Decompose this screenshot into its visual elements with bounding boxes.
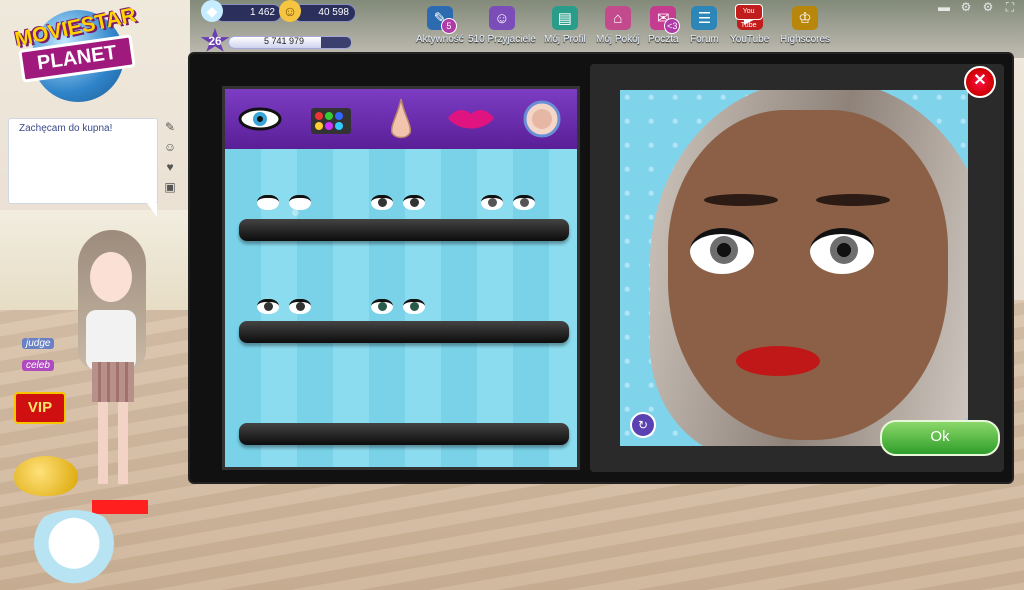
eye-option[interactable] (257, 195, 311, 210)
nav-item-mail[interactable]: ✉ <3 Poczta (648, 6, 681, 45)
shelf (239, 219, 569, 241)
eyeshadow-tab[interactable] (306, 94, 356, 144)
avatar-face (90, 252, 132, 302)
gear-icon[interactable]: ⚙ (980, 0, 996, 16)
feature-grid (225, 149, 577, 467)
mail-icon: ✉ <3 (650, 6, 681, 34)
settings-icon[interactable]: ⚙ (958, 0, 974, 16)
vip-badge[interactable]: VIP (14, 392, 66, 424)
starcoin-icon: ☺ (279, 0, 301, 22)
room-icon: ⌂ (604, 6, 631, 30)
skin-tab[interactable] (517, 94, 567, 144)
pet-bunny[interactable] (22, 510, 126, 584)
reset-icon[interactable]: ↻ (630, 412, 656, 438)
fame-value: 5 741 979 (264, 36, 305, 46)
mouth-tab[interactable] (446, 94, 496, 144)
eye-option[interactable] (257, 299, 311, 314)
nav-item-youtube[interactable]: ▶You Tube YouTube (730, 4, 770, 45)
nav-label: Highscores (780, 34, 831, 45)
moviestar-planet-logo[interactable]: MOVIESTAR PLANET (4, 3, 154, 102)
avatar-sweater (86, 310, 136, 370)
lips-icon (448, 110, 495, 129)
youtube-icon: ▶You Tube (734, 4, 763, 30)
preview-lips (736, 346, 820, 376)
eye-option[interactable] (371, 299, 425, 314)
chat-bubble: Zachęcam do kupna! (8, 118, 158, 217)
diamond-icon: ◆ (201, 0, 223, 22)
starcoins-counter[interactable]: ☺ 40 598 (279, 0, 356, 22)
preview-face (668, 110, 948, 440)
player-avatar[interactable] (60, 230, 180, 500)
avatar-leg-left (98, 402, 108, 484)
judge-tag: judge (22, 338, 55, 349)
nose-tab[interactable] (376, 94, 426, 144)
ok-button[interactable]: Ok (880, 420, 1000, 456)
chat-message: Zachęcam do kupna! (19, 123, 113, 134)
trophy-icon: ♔ (792, 6, 819, 30)
friends-icon: ☺ (488, 6, 515, 30)
minimize-icon[interactable]: ▬ (936, 0, 952, 16)
preview-brow-right (816, 194, 890, 206)
nav-badge: <3 (664, 18, 681, 34)
window-controls: ▬ ⚙ ⚙ ⛶ (936, 0, 1018, 16)
preview-eye-left (690, 228, 754, 274)
nav-badge: You Tube (734, 4, 763, 29)
palette-icon (310, 108, 351, 134)
face-preview (620, 90, 968, 446)
activity-icon: ✎ 5 (426, 6, 457, 34)
nose-icon (390, 98, 412, 139)
profile-icon: ▤ (551, 6, 578, 30)
nav-item-activity[interactable]: ✎ 5 Aktywność (416, 6, 464, 45)
eye-icon (238, 107, 282, 131)
nav-item-forum[interactable]: ☰ Forum (690, 6, 719, 45)
feature-tabs (225, 89, 577, 149)
diamonds-counter[interactable]: ◆ 1 462 (201, 0, 282, 22)
avatar-skirt (92, 362, 134, 402)
eyes-tab[interactable] (235, 94, 285, 144)
nav-item-friends[interactable]: ☺ 510 Przyjaciele (468, 6, 536, 45)
nav-badge: 5 (440, 18, 457, 34)
nav-label: 510 Przyjaciele (468, 34, 536, 45)
pet-icon[interactable]: ♥ (162, 160, 178, 176)
eye-option[interactable] (481, 195, 535, 210)
action-icon[interactable]: ✎ (162, 120, 178, 136)
feature-selector (222, 86, 580, 470)
nav-item-trophy[interactable]: ♔ Highscores (780, 6, 830, 45)
fullscreen-icon[interactable]: ⛶ (1002, 0, 1018, 16)
shelf (239, 321, 569, 343)
nav-item-profile[interactable]: ▤ Mój Profil (544, 6, 586, 45)
forum-icon: ☰ (691, 6, 718, 30)
nav-item-room[interactable]: ⌂ Mój Pokój (596, 6, 640, 45)
preview-brow-left (704, 194, 778, 206)
red-label (92, 500, 148, 514)
nav-label: Mój Pokój (596, 34, 640, 45)
chat-tools: ✎ ☺ ♥ ▣ (162, 120, 178, 196)
nav-label: Mój Profil (544, 34, 586, 45)
shelf (239, 423, 569, 445)
nav-label: Poczta (648, 34, 679, 45)
save-icon[interactable]: ▣ (162, 180, 178, 196)
celeb-tag: celeb (22, 360, 54, 371)
eye-option[interactable] (371, 195, 425, 210)
nav-label: YouTube (730, 34, 770, 45)
preview-eye-right (810, 228, 874, 274)
close-button[interactable]: ✕ (964, 66, 996, 98)
avatar-leg-right (118, 402, 128, 484)
compact-icon (523, 100, 561, 138)
face-icon[interactable]: ☺ (162, 140, 178, 156)
piggy-bank-icon[interactable] (14, 456, 78, 496)
nav-label: Forum (690, 34, 719, 45)
nav-label: Aktywność (416, 34, 464, 45)
